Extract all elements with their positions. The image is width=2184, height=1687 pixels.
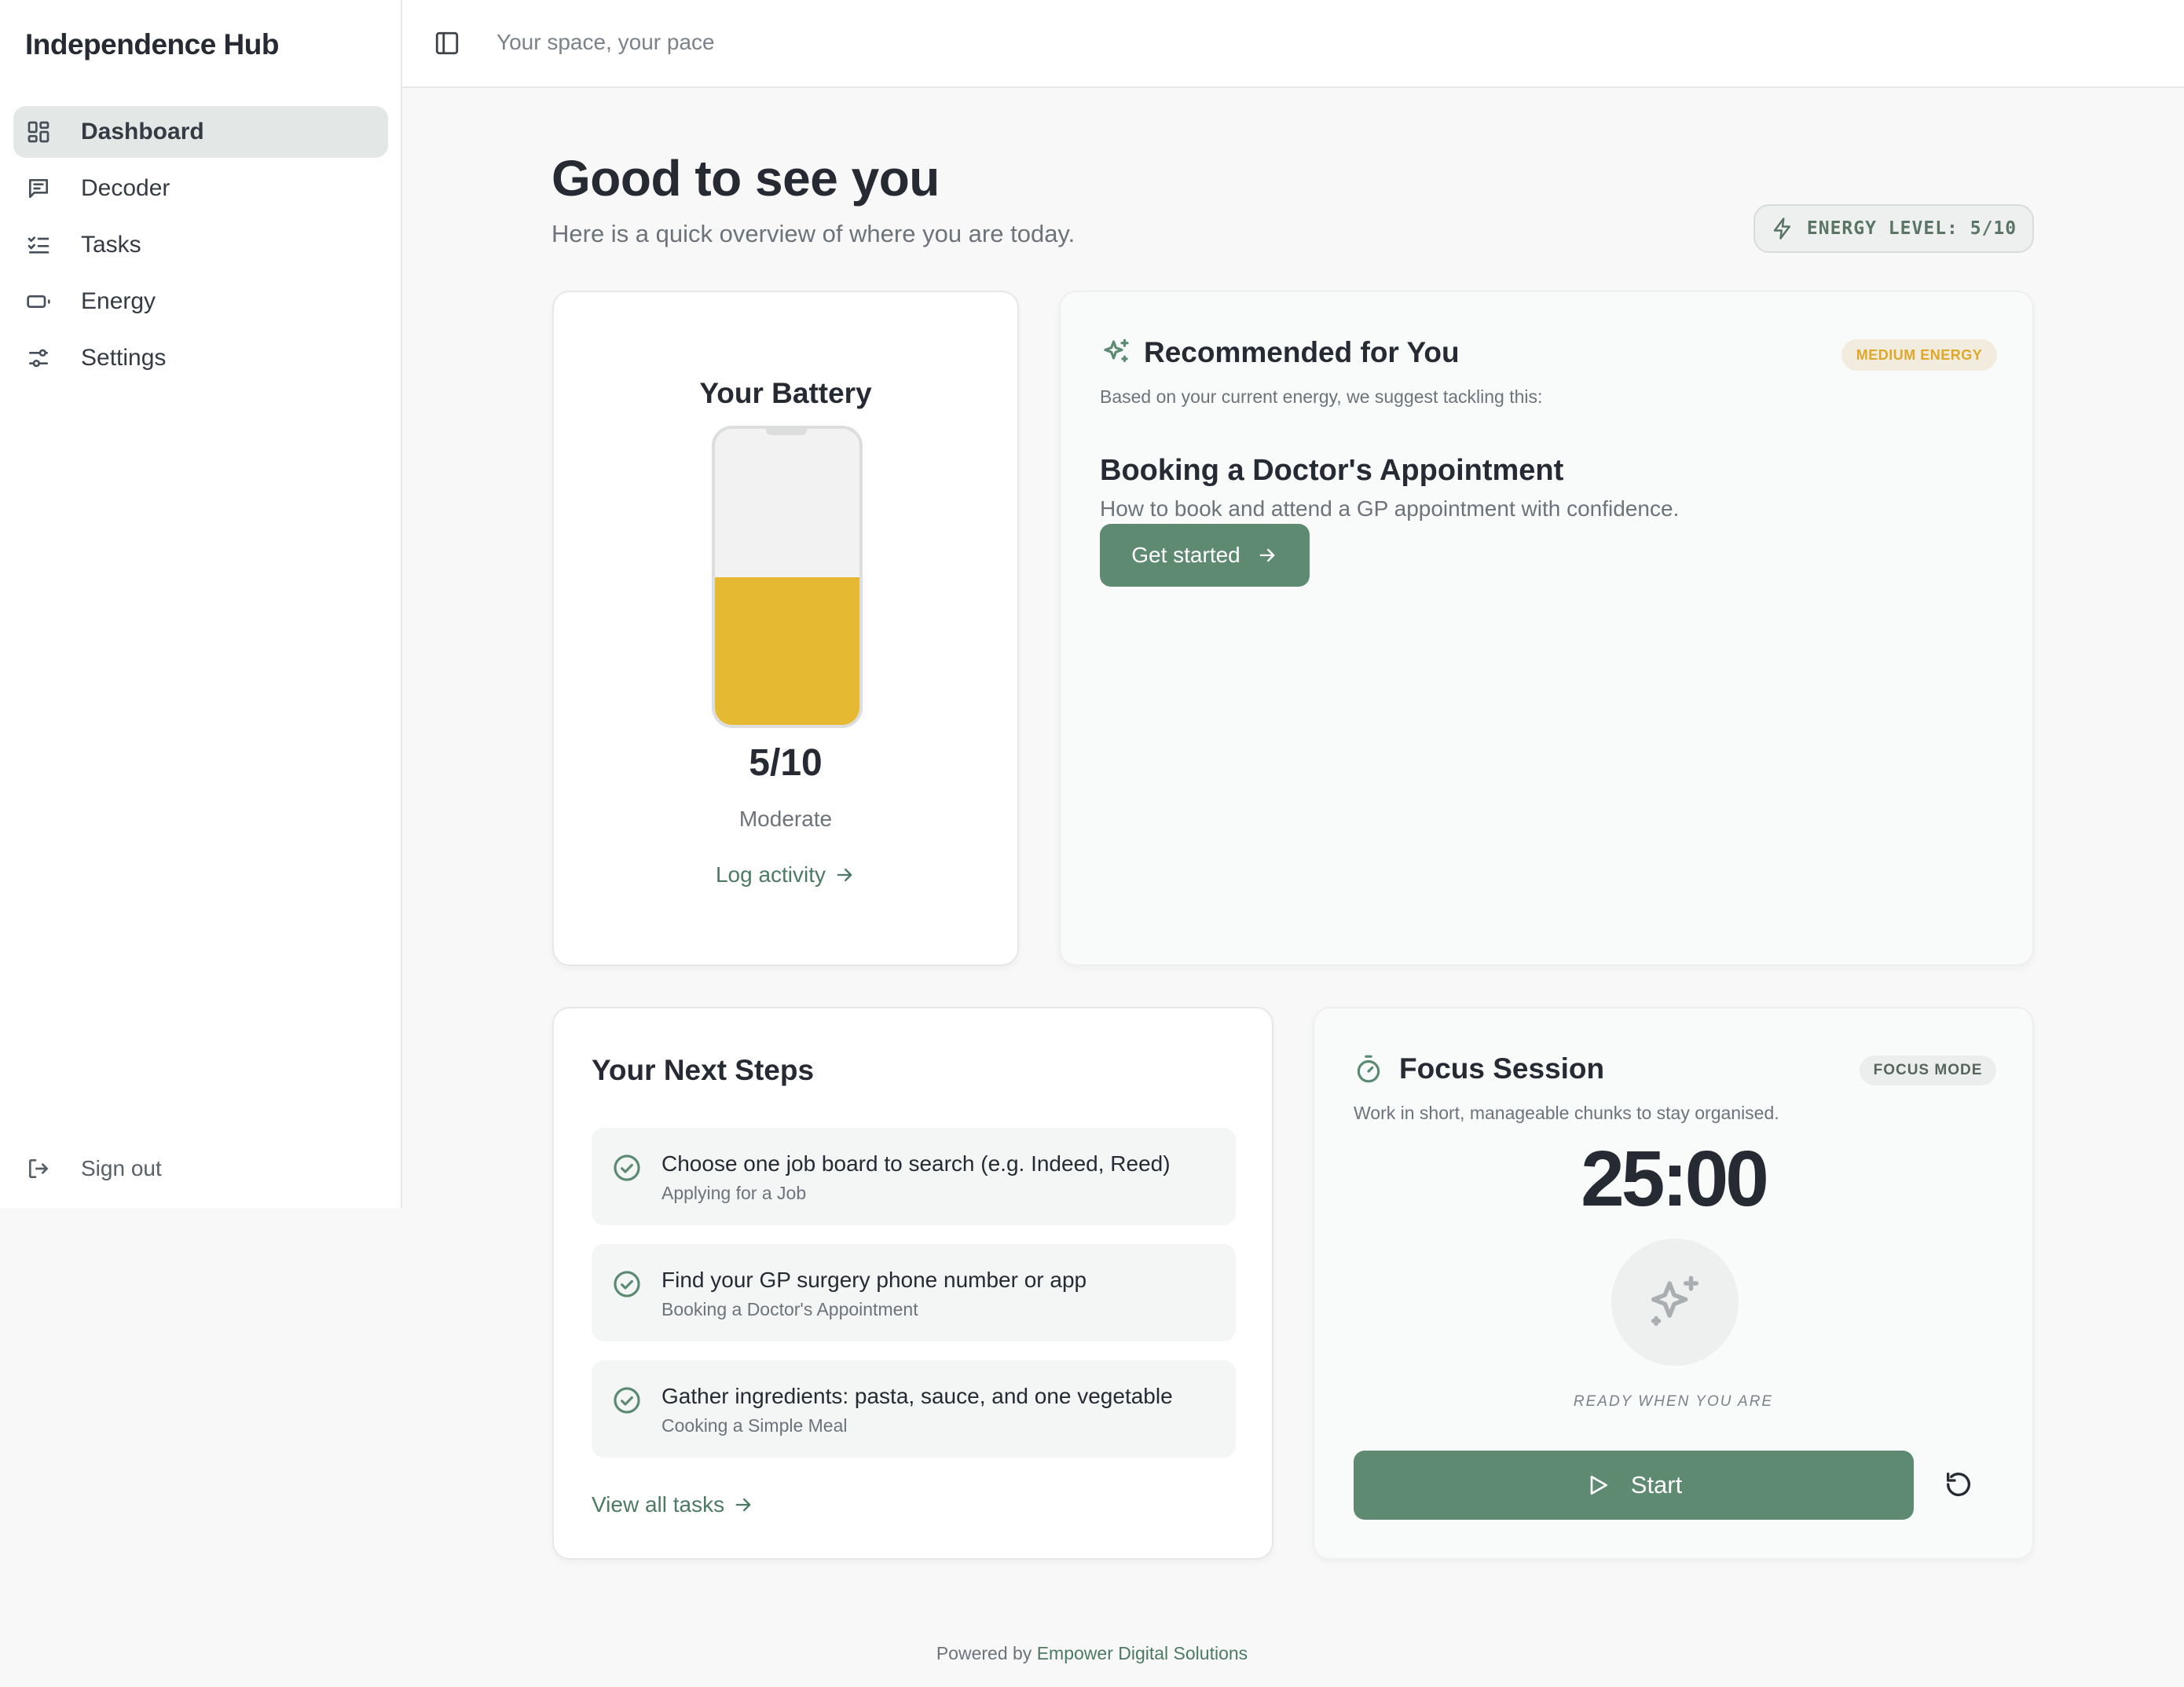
timer-display: 25:00 — [1581, 1135, 1769, 1223]
sidebar-nav: Dashboard Decoder Tasks Energy Settings — [13, 106, 388, 389]
check-circle-icon — [612, 1385, 642, 1415]
recommended-card: Recommended for You MEDIUM ENERGY Based … — [1059, 291, 2034, 966]
battery-nub — [766, 427, 807, 435]
recommended-header: Recommended for You — [1100, 336, 1460, 369]
battery-fill — [715, 576, 859, 725]
list-checks-icon — [26, 232, 51, 258]
arrow-right-icon — [1256, 544, 1278, 566]
top-bar: Your space, your pace — [402, 0, 2184, 88]
recommended-task-title: Booking a Doctor's Appointment — [1100, 454, 1564, 487]
sidebar-item-energy[interactable]: Energy — [13, 276, 388, 328]
start-label: Start — [1630, 1471, 1683, 1499]
arrow-right-icon — [732, 1494, 754, 1516]
step-title: Gather ingredients: pasta, sauce, and on… — [661, 1384, 1173, 1408]
dashboard-icon — [26, 119, 51, 145]
reset-icon[interactable] — [1943, 1469, 1974, 1500]
sign-out-label: Sign out — [81, 1156, 162, 1180]
start-button[interactable]: Start — [1354, 1451, 1914, 1520]
log-activity-label: Log activity — [715, 862, 826, 887]
sidebar-item-label: Tasks — [81, 232, 141, 258]
log-activity-link[interactable]: Log activity — [554, 862, 1017, 887]
get-started-button[interactable]: Get started — [1100, 524, 1310, 587]
battery-graphic — [712, 426, 863, 728]
play-icon — [1585, 1473, 1611, 1498]
recommended-task-description: How to book and attend a GP appointment … — [1100, 496, 1680, 521]
sparkles-icon — [1100, 336, 1133, 369]
energy-badge: MEDIUM ENERGY — [1841, 339, 1997, 371]
battery-icon — [26, 289, 51, 314]
list-item[interactable]: Gather ingredients: pasta, sauce, and on… — [592, 1360, 1236, 1458]
list-item[interactable]: Find your GP surgery phone number or app… — [592, 1244, 1236, 1341]
check-circle-icon — [612, 1269, 642, 1299]
next-steps-card: Your Next Steps Choose one job board to … — [552, 1007, 1273, 1560]
step-category: Booking a Doctor's Appointment — [661, 1299, 918, 1319]
focus-status: READY WHEN YOU ARE — [1573, 1393, 1774, 1410]
sidebar-item-label: Energy — [81, 288, 156, 314]
recommended-description: Based on your current energy, we suggest… — [1100, 386, 1543, 407]
check-circle-icon — [612, 1153, 642, 1183]
battery-card: Your Battery 5/10 Moderate Log activity — [552, 291, 1019, 966]
sidebar: Independence Hub Dashboard Decoder Tasks… — [0, 0, 402, 1208]
arrow-right-icon — [834, 864, 856, 886]
focus-title: Focus Session — [1399, 1052, 1605, 1085]
battery-value: 5/10 — [749, 742, 823, 784]
footer: Powered by Empower Digital Solutions — [0, 1643, 2184, 1664]
recommended-title: Recommended for You — [1144, 336, 1460, 368]
sidebar-item-label: Decoder — [81, 175, 170, 201]
step-title: Find your GP surgery phone number or app — [661, 1268, 1087, 1292]
next-steps-title: Your Next Steps — [592, 1054, 815, 1086]
sidebar-item-settings[interactable]: Settings — [13, 332, 388, 384]
page-title: Good to see you — [551, 150, 940, 207]
focus-mode-badge: FOCUS MODE — [1860, 1056, 1996, 1085]
footer-brand-link[interactable]: Empower Digital Solutions — [1037, 1643, 1248, 1663]
app-title: Independence Hub — [25, 28, 279, 60]
tagline: Your space, your pace — [497, 30, 715, 54]
view-all-tasks-label: View all tasks — [592, 1492, 725, 1517]
step-title: Choose one job board to search (e.g. Ind… — [661, 1151, 1171, 1176]
page-subtitle: Here is a quick overview of where you ar… — [551, 220, 1076, 247]
step-category: Applying for a Job — [661, 1183, 807, 1203]
energy-level-badge: ENERGY LEVEL: 5/10 — [1753, 204, 2034, 253]
sidebar-item-label: Settings — [81, 345, 167, 371]
step-category: Cooking a Simple Meal — [661, 1415, 848, 1436]
lightning-icon — [1771, 217, 1794, 240]
focus-description: Work in short, manageable chunks to stay… — [1354, 1103, 1779, 1123]
sidebar-item-dashboard[interactable]: Dashboard — [13, 106, 388, 158]
sidebar-item-tasks[interactable]: Tasks — [13, 219, 388, 271]
footer-prefix: Powered by — [936, 1643, 1032, 1663]
sign-out-button[interactable]: Sign out — [13, 1143, 388, 1195]
sidebar-item-label: Dashboard — [81, 119, 204, 145]
sidebar-item-decoder[interactable]: Decoder — [13, 163, 388, 214]
view-all-tasks-link[interactable]: View all tasks — [592, 1492, 754, 1517]
focus-header: Focus Session — [1354, 1052, 1604, 1085]
sidebar-toggle-icon[interactable] — [434, 30, 460, 57]
focus-session-card: Focus Session FOCUS MODE Work in short, … — [1313, 1007, 2034, 1560]
battery-level-label: Moderate — [738, 807, 833, 831]
energy-level-text: ENERGY LEVEL: 5/10 — [1806, 218, 2017, 239]
list-item[interactable]: Choose one job board to search (e.g. Ind… — [592, 1128, 1236, 1225]
get-started-label: Get started — [1131, 543, 1240, 567]
battery-title: Your Battery — [699, 377, 872, 409]
logout-icon — [26, 1156, 51, 1181]
timer-icon — [1354, 1054, 1383, 1084]
message-icon — [26, 176, 51, 201]
sparkles-icon — [1643, 1270, 1707, 1334]
focus-illustration — [1611, 1239, 1739, 1366]
sliders-icon — [26, 346, 51, 371]
